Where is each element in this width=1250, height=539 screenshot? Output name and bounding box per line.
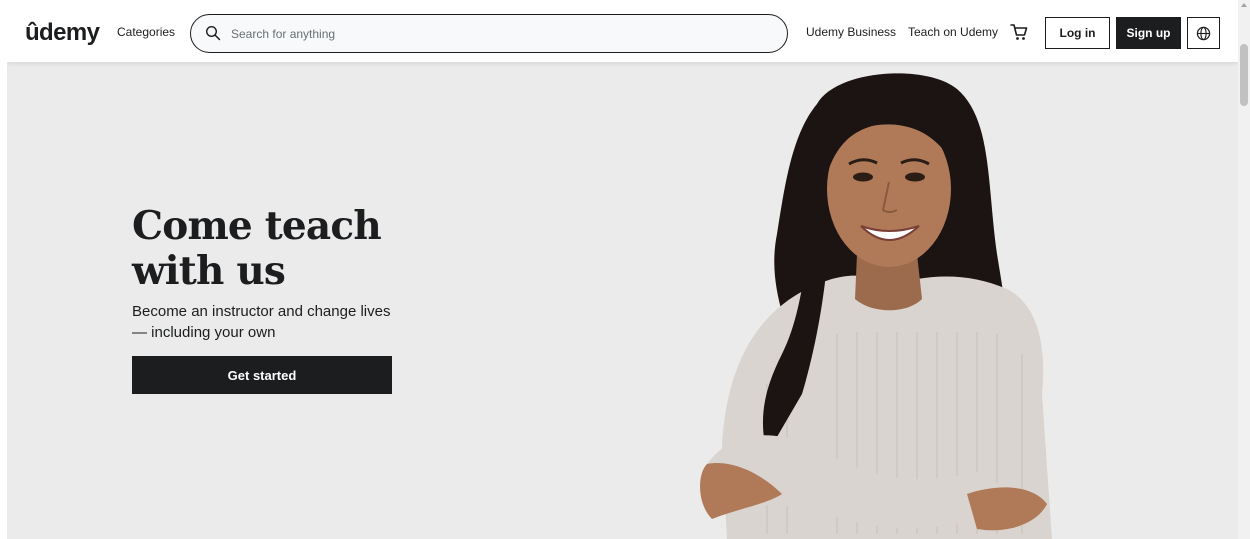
udemy-logo[interactable]: ûdemy: [25, 18, 100, 48]
search-icon[interactable]: [205, 25, 221, 41]
categories-menu[interactable]: Categories: [117, 25, 175, 39]
signup-button[interactable]: Sign up: [1116, 17, 1181, 49]
logo-text: ûdemy: [25, 19, 100, 46]
login-button[interactable]: Log in: [1045, 17, 1110, 49]
scrollbar-thumb[interactable]: [1240, 44, 1248, 106]
udemy-business-link[interactable]: Udemy Business: [806, 25, 896, 39]
hero-title: Come teach with us: [132, 204, 432, 294]
page: ûdemy Categories Udemy Business Teach on…: [7, 4, 1238, 539]
search-input[interactable]: [231, 23, 771, 45]
hero-subtitle: Become an instructor and change lives — …: [132, 303, 391, 341]
language-button[interactable]: [1187, 17, 1220, 49]
teach-on-udemy-link[interactable]: Teach on Udemy: [908, 25, 998, 39]
hero-title-line-2: with us: [132, 248, 286, 294]
search-bar[interactable]: [190, 14, 788, 53]
hero-instructor-photo: [700, 73, 1052, 539]
hero-title-line-1: Come teach: [132, 203, 382, 249]
vertical-scrollbar[interactable]: [1238, 0, 1250, 539]
cart-icon[interactable]: [1009, 22, 1029, 42]
globe-icon: [1196, 26, 1211, 40]
get-started-button[interactable]: Get started: [132, 356, 392, 394]
top-navbar: ûdemy Categories Udemy Business Teach on…: [7, 4, 1238, 62]
scroll-up-arrow-icon[interactable]: [1241, 3, 1247, 7]
